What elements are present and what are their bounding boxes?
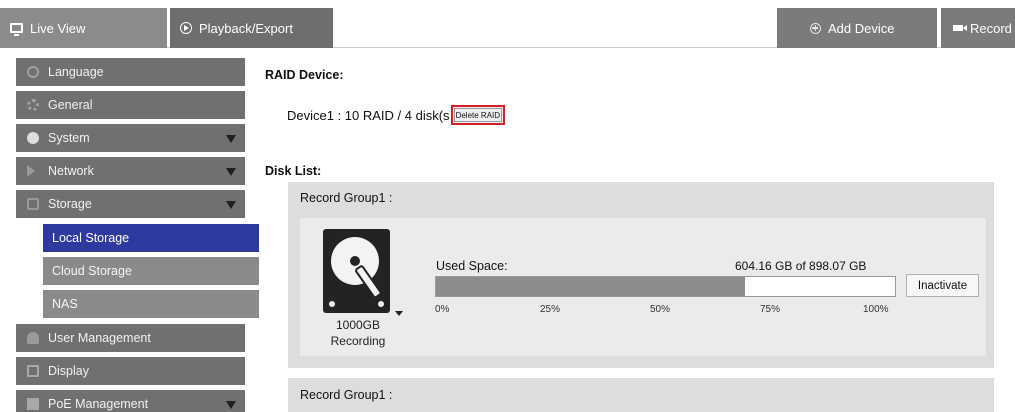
camera-icon bbox=[953, 25, 967, 31]
record-group-label: Record Group1 : bbox=[300, 191, 393, 205]
sidebar-item-general[interactable]: General bbox=[16, 91, 245, 119]
progress-tick: 50% bbox=[650, 304, 671, 315]
system-icon bbox=[27, 132, 39, 144]
add-circle-icon bbox=[810, 22, 821, 34]
raid-device-text: Device1 : 10 RAID / 4 disk(s bbox=[287, 107, 450, 123]
chevron-down-icon[interactable] bbox=[226, 135, 236, 143]
delete-raid-button[interactable]: Delete RAID bbox=[450, 105, 506, 125]
network-icon bbox=[27, 165, 39, 177]
progress-tick: 25% bbox=[540, 304, 561, 315]
sidebar-item-label: Language bbox=[48, 65, 104, 79]
disk-size: 1000GB bbox=[335, 318, 381, 332]
display-icon bbox=[27, 365, 39, 377]
used-space-progress-fill bbox=[436, 277, 745, 296]
sidebar-item-label: Network bbox=[48, 164, 94, 178]
used-space-progress-bar bbox=[435, 276, 896, 297]
tab-label: Live View bbox=[30, 20, 86, 36]
sidebar-subitem-nas[interactable]: NAS bbox=[43, 290, 259, 318]
disk-screw bbox=[329, 301, 335, 307]
globe-icon bbox=[27, 66, 39, 78]
sidebar-item-user-management[interactable]: User Management bbox=[16, 324, 245, 352]
record-button[interactable]: Record bbox=[941, 8, 1015, 48]
progress-tick: 75% bbox=[760, 304, 781, 315]
disk-spindle bbox=[350, 256, 360, 266]
add-device-label: Add Device bbox=[828, 20, 895, 36]
play-circle-icon bbox=[180, 22, 192, 34]
raid-device-row: Device1 : 10 RAID / 4 disk(s Delete RAID bbox=[287, 105, 506, 125]
poe-icon bbox=[27, 398, 39, 410]
tab-playback-export[interactable]: Playback/Export bbox=[170, 8, 333, 48]
record-label: Record bbox=[970, 20, 1012, 36]
caret-down-icon[interactable] bbox=[395, 311, 403, 316]
sidebar-item-display[interactable]: Display bbox=[16, 357, 245, 385]
tab-label: Playback/Export bbox=[199, 20, 293, 36]
gear-icon bbox=[27, 99, 39, 111]
record-group-panel bbox=[288, 378, 994, 412]
user-icon bbox=[27, 332, 39, 344]
sidebar-subitem-cloud-storage[interactable]: Cloud Storage bbox=[43, 257, 259, 285]
disk-screw bbox=[378, 301, 384, 307]
progress-tick: 0% bbox=[435, 304, 450, 315]
sidebar-subitem-label: Cloud Storage bbox=[52, 264, 132, 278]
record-group-label: Record Group1 : bbox=[300, 388, 393, 402]
sidebar-item-network[interactable]: Network bbox=[16, 157, 245, 185]
sidebar-item-label: PoE Management bbox=[48, 397, 149, 411]
sidebar-subitem-local-storage[interactable]: Local Storage bbox=[43, 224, 259, 252]
sidebar-item-poe-management[interactable]: PoE Management bbox=[16, 390, 245, 412]
chevron-down-icon[interactable] bbox=[226, 401, 236, 409]
inactivate-button[interactable]: Inactivate bbox=[906, 274, 979, 297]
sidebar-item-label: User Management bbox=[48, 331, 151, 345]
chevron-down-icon[interactable] bbox=[226, 201, 236, 209]
chevron-down-icon[interactable] bbox=[226, 168, 236, 176]
sidebar-subitem-label: NAS bbox=[52, 297, 78, 311]
add-device-button[interactable]: Add Device bbox=[777, 8, 937, 48]
sidebar-subitem-label: Local Storage bbox=[52, 231, 130, 245]
disk-list-heading: Disk List: bbox=[265, 164, 322, 178]
sidebar-item-label: Storage bbox=[48, 197, 92, 211]
used-space-value: 604.16 GB of 898.07 GB bbox=[735, 259, 867, 273]
monitor-icon bbox=[10, 23, 23, 36]
sidebar-item-label: System bbox=[48, 131, 90, 145]
storage-icon bbox=[27, 198, 39, 210]
tab-live-view[interactable]: Live View bbox=[0, 8, 167, 48]
sidebar-item-language[interactable]: Language bbox=[16, 58, 245, 86]
raid-device-heading: RAID Device: bbox=[265, 68, 344, 82]
sidebar-item-system[interactable]: System bbox=[16, 124, 245, 152]
sidebar-item-label: Display bbox=[48, 364, 89, 378]
sidebar-item-label: General bbox=[48, 98, 93, 112]
top-navigation-bar: Live View Playback/Export Add Device Rec… bbox=[0, 0, 1015, 52]
progress-tick: 100% bbox=[863, 304, 889, 315]
used-space-label: Used Space: bbox=[436, 259, 508, 273]
disk-status: Recording bbox=[330, 334, 386, 348]
hard-disk-icon[interactable] bbox=[323, 229, 390, 313]
sidebar-item-storage[interactable]: Storage bbox=[16, 190, 245, 218]
